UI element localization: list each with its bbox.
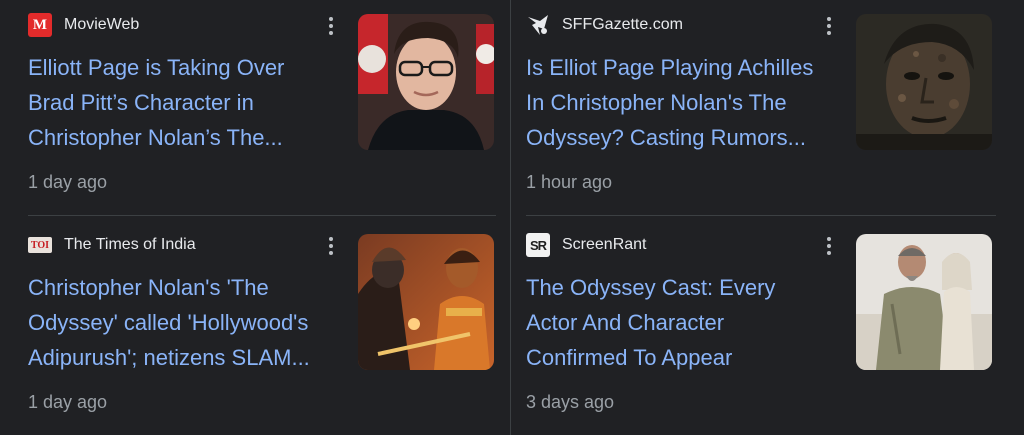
headline-link[interactable]: Elliott Page is Taking Over Brad Pitt’s … [28,50,348,155]
more-options-icon[interactable] [818,13,840,39]
source-row: SR ScreenRant [526,232,647,258]
headline-link[interactable]: Christopher Nolan's 'The Odyssey' called… [28,270,348,375]
headline-line: Odyssey' called 'Hollywood's [28,310,309,335]
warriors-photo-icon[interactable] [358,234,494,370]
headline-line: Adipurush'; netizens SLAM... [28,345,310,370]
news-grid: M MovieWeb Elliott Page is Taking Over B… [0,0,1024,435]
more-options-icon[interactable] [818,233,840,259]
screenrant-logo-icon: SR [526,233,550,257]
source-row: M MovieWeb [28,12,139,38]
timestamp: 1 hour ago [526,172,613,192]
news-card[interactable]: SFFGazette.com Is Elliot Page Playing Ac… [526,0,996,200]
news-card[interactable]: SR ScreenRant The Odyssey Cast: Every Ac… [526,220,996,420]
more-options-icon[interactable] [320,233,342,259]
row-divider-right [526,215,996,216]
timestamp: 1 day ago [28,172,108,192]
headline-line: In Christopher Nolan's The [526,90,787,115]
source-name[interactable]: The Times of India [64,236,196,254]
portrait-photo-icon[interactable] [358,14,494,150]
headline-line: Christopher Nolan's 'The [28,275,269,300]
source-row: SFFGazette.com [526,12,683,38]
sffgazette-logo-icon [526,13,550,37]
toi-logo-icon: TOI [28,237,52,253]
muddy-face-photo-icon[interactable] [856,14,992,150]
source-row: TOI The Times of India [28,232,196,258]
row-divider-left [28,215,496,216]
timestamp: 1 day ago [28,392,108,412]
more-options-icon[interactable] [320,13,342,39]
headline-line: Christopher Nolan’s The... [28,125,283,150]
headline-line: The Odyssey Cast: Every [526,275,776,300]
headline-link[interactable]: The Odyssey Cast: Every Actor And Charac… [526,270,846,375]
column-divider [510,0,511,435]
source-name[interactable]: SFFGazette.com [562,16,683,34]
source-name[interactable]: ScreenRant [562,236,647,254]
news-card[interactable]: M MovieWeb Elliott Page is Taking Over B… [28,0,498,200]
headline-line: Brad Pitt’s Character in [28,90,254,115]
news-card[interactable]: TOI The Times of India Christopher Nolan… [28,220,498,420]
headline-line: Is Elliot Page Playing Achilles [526,55,814,80]
headline-link[interactable]: Is Elliot Page Playing Achilles In Chris… [526,50,846,155]
headline-line: Elliott Page is Taking Over [28,55,285,80]
source-name[interactable]: MovieWeb [64,16,139,34]
two-people-photo-icon[interactable] [856,234,992,370]
headline-line: Actor And Character [526,310,725,335]
movieweb-logo-icon: M [28,13,52,37]
timestamp: 3 days ago [526,392,615,412]
headline-line: Odyssey? Casting Rumors... [526,125,806,150]
headline-line: Confirmed To Appear [526,345,733,370]
